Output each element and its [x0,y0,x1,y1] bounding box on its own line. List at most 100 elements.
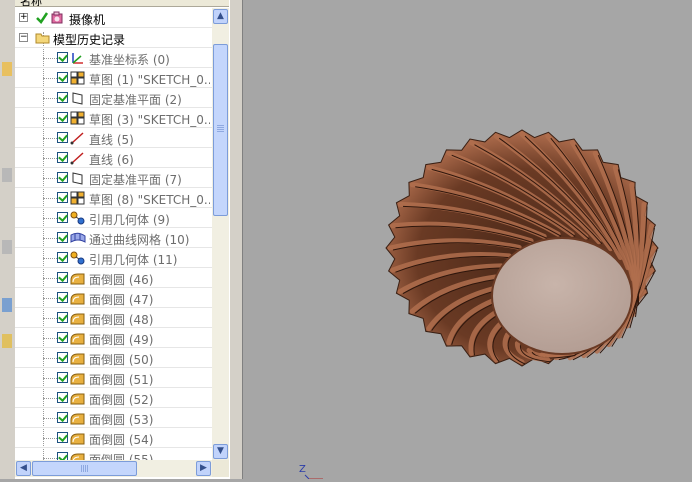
scroll-up-icon[interactable]: ▲ [213,9,228,24]
twisted-bowl-model[interactable] [243,0,692,479]
tree-guide-line [43,58,57,59]
camera-icon [50,11,66,25]
feature-checkbox[interactable] [57,432,68,443]
instance-geometry-icon [70,251,86,265]
feature-checkbox[interactable] [57,212,68,223]
left-resource-strip [0,0,16,479]
collapse-icon[interactable]: − [19,33,28,42]
face-blend-icon [70,391,86,405]
tree-item-label: 基准坐标系 (0) [89,53,170,67]
tree-guide-line [43,258,57,259]
tree-guide-line [43,98,57,99]
tree-item-label: 面倒圆 (51) [89,373,154,387]
feature-checkbox[interactable] [57,392,68,403]
tree-item-label: 面倒圆 (52) [89,393,154,407]
feature-checkbox[interactable] [57,152,68,163]
tree-guide-line [43,158,57,159]
feature-checkbox[interactable] [57,452,68,460]
feature-checkbox[interactable] [57,92,68,103]
tree-item-label: 固定基准平面 (2) [89,93,182,107]
feature-checkbox[interactable] [57,172,68,183]
folder-icon [35,31,51,45]
face-blend-icon [70,451,86,460]
tree-item-label: 面倒圆 (47) [89,293,154,307]
checkmark-icon [35,11,51,25]
tree-item-label: 直线 (5) [89,133,134,147]
tree-guide-line [43,178,57,179]
face-blend-icon [70,291,86,305]
resource-tab-marker[interactable] [2,298,12,312]
tree-item-label: 引用几何体 (11) [89,253,178,267]
scroll-down-icon[interactable]: ▼ [213,444,228,459]
face-blend-icon [70,351,86,365]
line-icon [70,131,86,145]
face-blend-icon [70,371,86,385]
datum-plane-icon [70,171,86,185]
face-blend-icon [70,431,86,445]
horizontal-scroll-thumb[interactable] [32,461,137,476]
tree-guide-line [43,218,57,219]
feature-checkbox[interactable] [57,312,68,323]
feature-checkbox[interactable] [57,332,68,343]
view-triad: Z [299,464,329,479]
tree-item-label: 面倒圆 (54) [89,433,154,447]
feature-checkbox[interactable] [57,352,68,363]
line-icon [70,151,86,165]
tree-guide-line [43,378,57,379]
tree-guide-line [43,78,57,79]
through-curve-mesh-icon [70,231,86,245]
tree-guide-line [43,458,57,459]
graphics-viewport[interactable]: Z [243,0,692,479]
feature-checkbox[interactable] [57,372,68,383]
feature-checkbox[interactable] [57,112,68,123]
tree-item-label: 面倒圆 (55) [89,453,154,460]
model-tree: + 摄像机 − 模型历史记录 基准坐标系 (0) 草图 (1) "SKETCH_0… [15,8,212,460]
scroll-corner [212,460,229,477]
tree-item-label: 摄像机 [69,13,106,27]
panel-splitter[interactable] [229,0,243,479]
resource-tab-marker[interactable] [2,62,12,76]
feature-checkbox[interactable] [57,272,68,283]
resource-tab-marker[interactable] [2,334,12,348]
tree-guide-line [43,438,57,439]
tree-row-model-history[interactable]: − 模型历史记录 [15,28,212,48]
feature-checkbox[interactable] [57,132,68,143]
feature-checkbox[interactable] [57,412,68,423]
tree-item-label: 面倒圆 (49) [89,333,154,347]
feature-checkbox[interactable] [57,232,68,243]
instance-geometry-icon [70,211,86,225]
tree-item-label: 草图 (1) "SKETCH_0... [89,73,210,87]
resource-tab-marker[interactable] [2,168,12,182]
face-blend-icon [70,271,86,285]
part-navigator: 名称 + 摄像机 − 模型历史记录 基准坐标系 (0) 草图 (1) "SKETC… [15,0,229,479]
sketch-icon [70,71,86,85]
tree-guide-line [43,138,57,139]
feature-checkbox[interactable] [57,292,68,303]
feature-checkbox[interactable] [57,192,68,203]
vertical-scrollbar[interactable]: ▲ ▼ [212,8,229,460]
scroll-left-icon[interactable]: ◀ [16,461,31,476]
tree-row-camera[interactable]: + 摄像机 [15,8,212,28]
tree-item-label: 通过曲线网格 (10) [89,233,190,247]
feature-checkbox[interactable] [57,252,68,263]
expand-icon[interactable]: + [19,13,28,22]
tree-item-label: 固定基准平面 (7) [89,173,182,187]
tree-guide-line [43,238,57,239]
tree-guide-line [43,418,57,419]
feature-checkbox[interactable] [57,52,68,63]
column-header[interactable]: 名称 [15,0,229,7]
sketch-icon [70,111,86,125]
face-blend-icon [70,411,86,425]
datum-plane-icon [70,91,86,105]
vertical-scroll-thumb[interactable] [213,44,228,216]
tree-guide-line [43,358,57,359]
sketch-icon [70,191,86,205]
tree-item-label: 面倒圆 (48) [89,313,154,327]
feature-checkbox[interactable] [57,72,68,83]
resource-tab-marker[interactable] [2,240,12,254]
tree-guide-line [43,298,57,299]
scroll-right-icon[interactable]: ▶ [196,461,211,476]
column-header-label: 名称 [20,0,42,7]
tree-item-label: 直线 (6) [89,153,134,167]
horizontal-scrollbar[interactable]: ◀ ▶ [15,460,212,477]
